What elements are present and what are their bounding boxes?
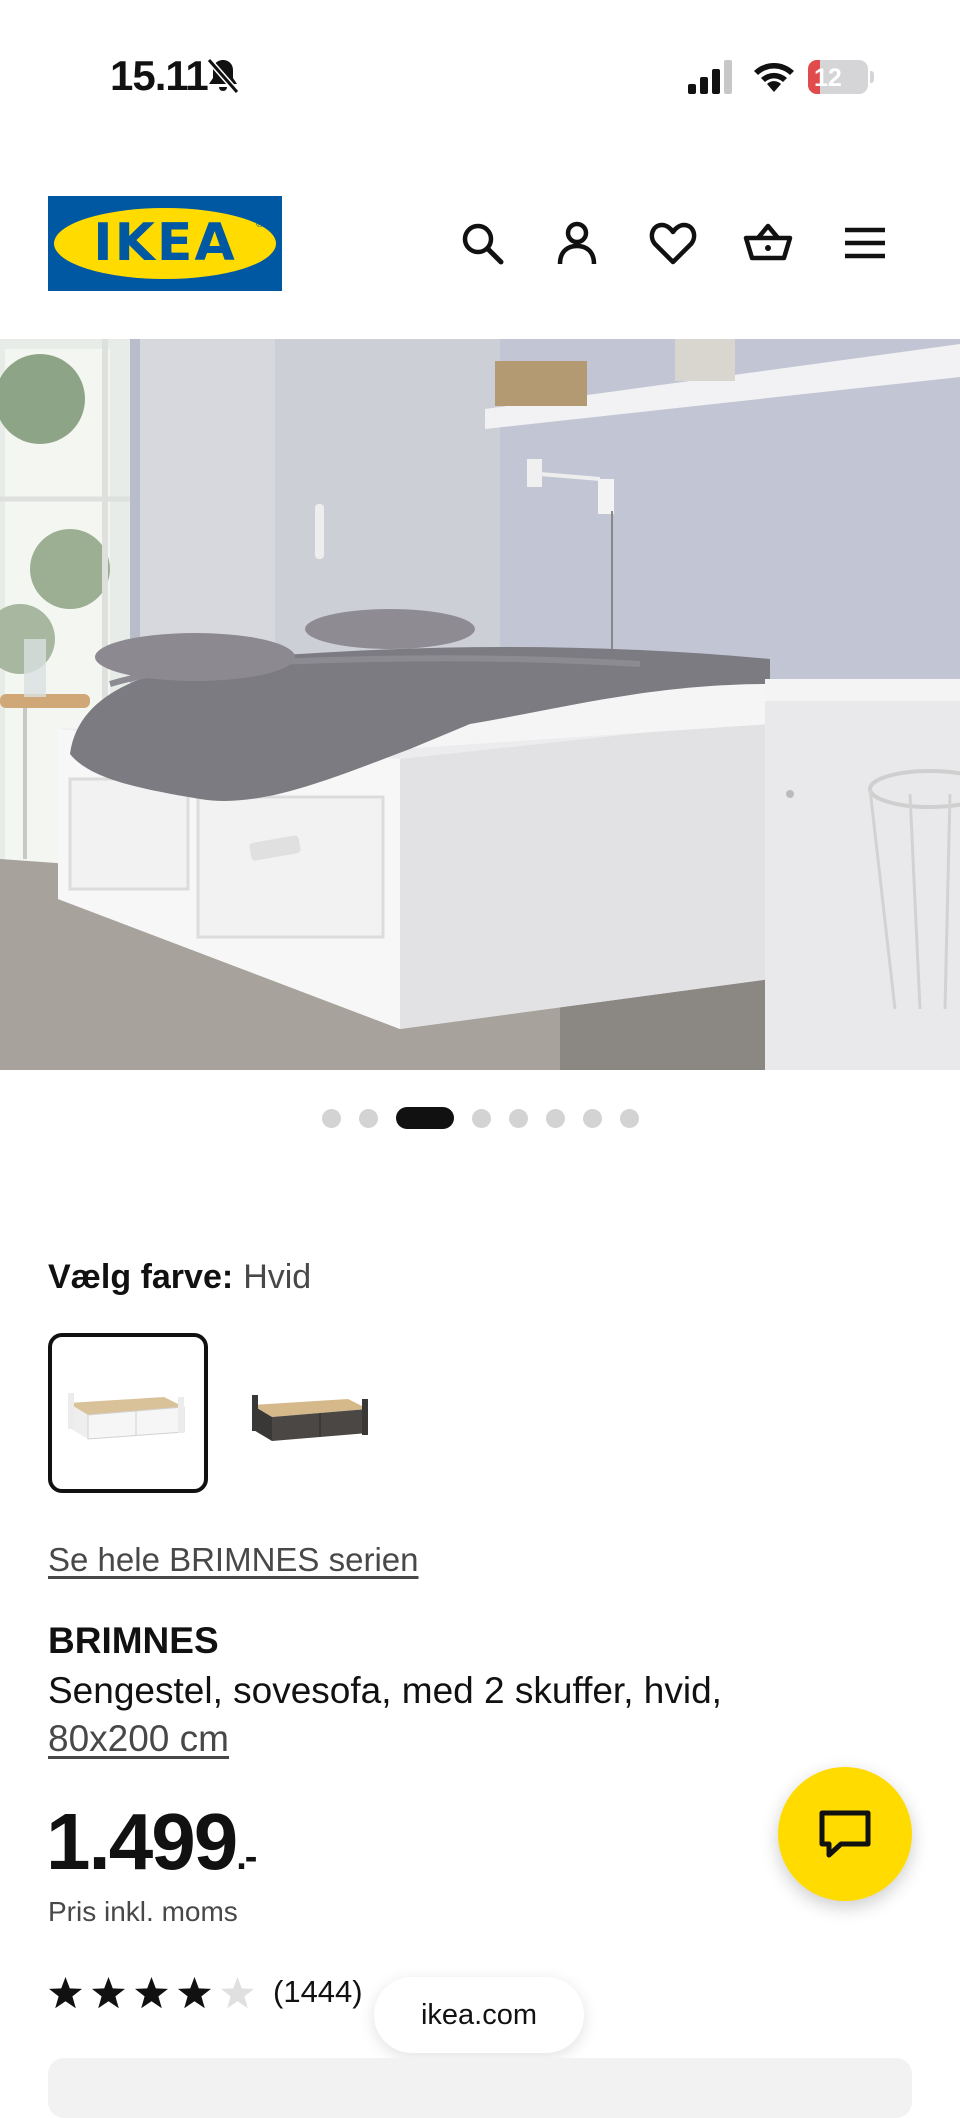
star-filled-icon xyxy=(49,1977,82,2009)
wifi-icon xyxy=(752,58,796,94)
ikea-logo[interactable]: IKEA ® xyxy=(48,196,282,291)
chat-icon xyxy=(819,1810,871,1858)
product-price: 1.499.- xyxy=(46,1796,257,1888)
color-swatch-black-brown[interactable] xyxy=(236,1333,396,1493)
logo-text: IKEA xyxy=(93,213,237,273)
carousel-dot-active[interactable] xyxy=(395,1107,454,1129)
menu-icon[interactable] xyxy=(840,218,890,268)
carousel-dot[interactable] xyxy=(582,1108,602,1128)
color-label: Vælg farve: xyxy=(48,1258,234,1296)
review-count[interactable]: (1444) xyxy=(273,1974,363,2010)
status-time: 15.11 xyxy=(110,52,209,99)
rating-stars[interactable] xyxy=(48,1976,255,2011)
heart-icon[interactable] xyxy=(648,218,698,268)
color-selector-label: Vælg farve: Hvid xyxy=(48,1258,311,1297)
product-size-link[interactable]: 80x200 cm xyxy=(48,1715,229,1763)
carousel-dot[interactable] xyxy=(545,1108,565,1128)
image-carousel-indicators[interactable] xyxy=(0,1106,960,1130)
star-filled-icon xyxy=(92,1977,125,2009)
browser-url-bar[interactable]: ikea.com xyxy=(374,1977,584,2053)
carousel-dot[interactable] xyxy=(508,1108,528,1128)
carousel-dot[interactable] xyxy=(321,1108,341,1128)
info-card xyxy=(48,2058,912,2118)
carousel-dot[interactable] xyxy=(619,1108,639,1128)
star-filled-icon xyxy=(178,1977,211,2009)
battery-level: 12 xyxy=(814,64,842,92)
carousel-dot[interactable] xyxy=(358,1108,378,1128)
star-empty-icon xyxy=(221,1977,254,2009)
product-name: BRIMNES xyxy=(48,1620,219,1661)
price-value: 1.499 xyxy=(46,1797,238,1886)
product-description: Sengestel, sovesofa, med 2 skuffer, hvid… xyxy=(48,1670,722,1711)
carousel-dot[interactable] xyxy=(471,1108,491,1128)
price-suffix: .- xyxy=(236,1836,257,1878)
price-note: Pris inkl. moms xyxy=(48,1896,238,1927)
cellular-signal-icon xyxy=(688,60,734,94)
color-swatch-white[interactable] xyxy=(48,1333,208,1493)
chat-button[interactable] xyxy=(778,1767,912,1901)
search-icon[interactable] xyxy=(457,218,507,268)
star-filled-icon xyxy=(135,1977,168,2009)
account-icon[interactable] xyxy=(552,218,602,268)
basket-icon[interactable] xyxy=(743,218,793,268)
selected-color-value: Hvid xyxy=(243,1258,312,1296)
product-image[interactable] xyxy=(0,339,960,1070)
battery-icon: 12 xyxy=(808,60,874,94)
series-link[interactable]: Se hele BRIMNES serien xyxy=(48,1541,419,1579)
bell-slash-icon xyxy=(205,56,241,96)
